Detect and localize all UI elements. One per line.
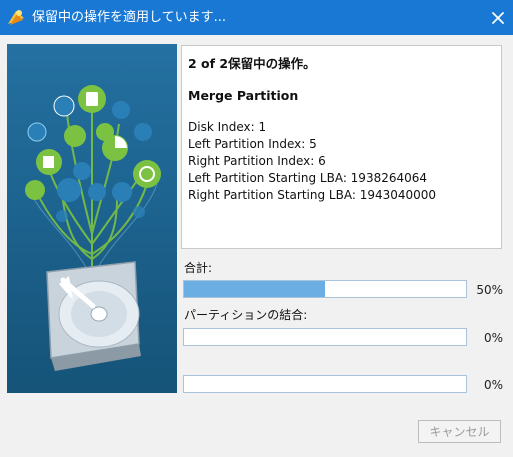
close-icon <box>492 11 504 24</box>
hard-disk-illustration <box>7 44 177 393</box>
right-partition-index-line: Right Partition Index: 6 <box>188 154 326 168</box>
total-progress-bar <box>183 280 467 298</box>
window-title: 保留中の操作を適用しています... <box>32 10 227 25</box>
hard-disk-icon <box>46 261 141 371</box>
cancel-button[interactable]: キャンセル <box>418 420 501 443</box>
close-button[interactable] <box>483 0 513 35</box>
merge-progress-label: パーティションの結合: <box>184 308 308 322</box>
disk-index-line: Disk Index: 1 <box>188 120 267 134</box>
extra-progress-bar <box>183 375 467 393</box>
merge-progress-bar <box>183 328 467 346</box>
extra-progress-percent: 0% <box>483 378 503 392</box>
app-logo-icon <box>6 8 26 28</box>
dialog-window: 保留中の操作を適用しています... 2 of 2保留中の操作。 Merge Pa… <box>0 0 513 457</box>
operation-details: Disk Index: 1 Left Partition Index: 5 Ri… <box>188 119 495 204</box>
right-partition-lba-line: Right Partition Starting LBA: 1943040000 <box>188 188 437 202</box>
left-partition-index-line: Left Partition Index: 5 <box>188 137 317 151</box>
total-progress-percent: 50% <box>476 283 503 297</box>
left-partition-lba-line: Left Partition Starting LBA: 1938264064 <box>188 171 428 185</box>
total-progress-label: 合計: <box>184 261 213 275</box>
illustration-panel <box>7 44 177 393</box>
operation-info-panel: 2 of 2保留中の操作。 Merge Partition Disk Index… <box>181 45 502 249</box>
total-progress-fill <box>184 281 325 297</box>
operation-title: Merge Partition <box>188 88 299 103</box>
merge-progress-percent: 0% <box>483 331 503 345</box>
operation-counter: 2 of 2保留中の操作。 <box>188 56 316 71</box>
title-bar: 保留中の操作を適用しています... <box>0 0 513 35</box>
